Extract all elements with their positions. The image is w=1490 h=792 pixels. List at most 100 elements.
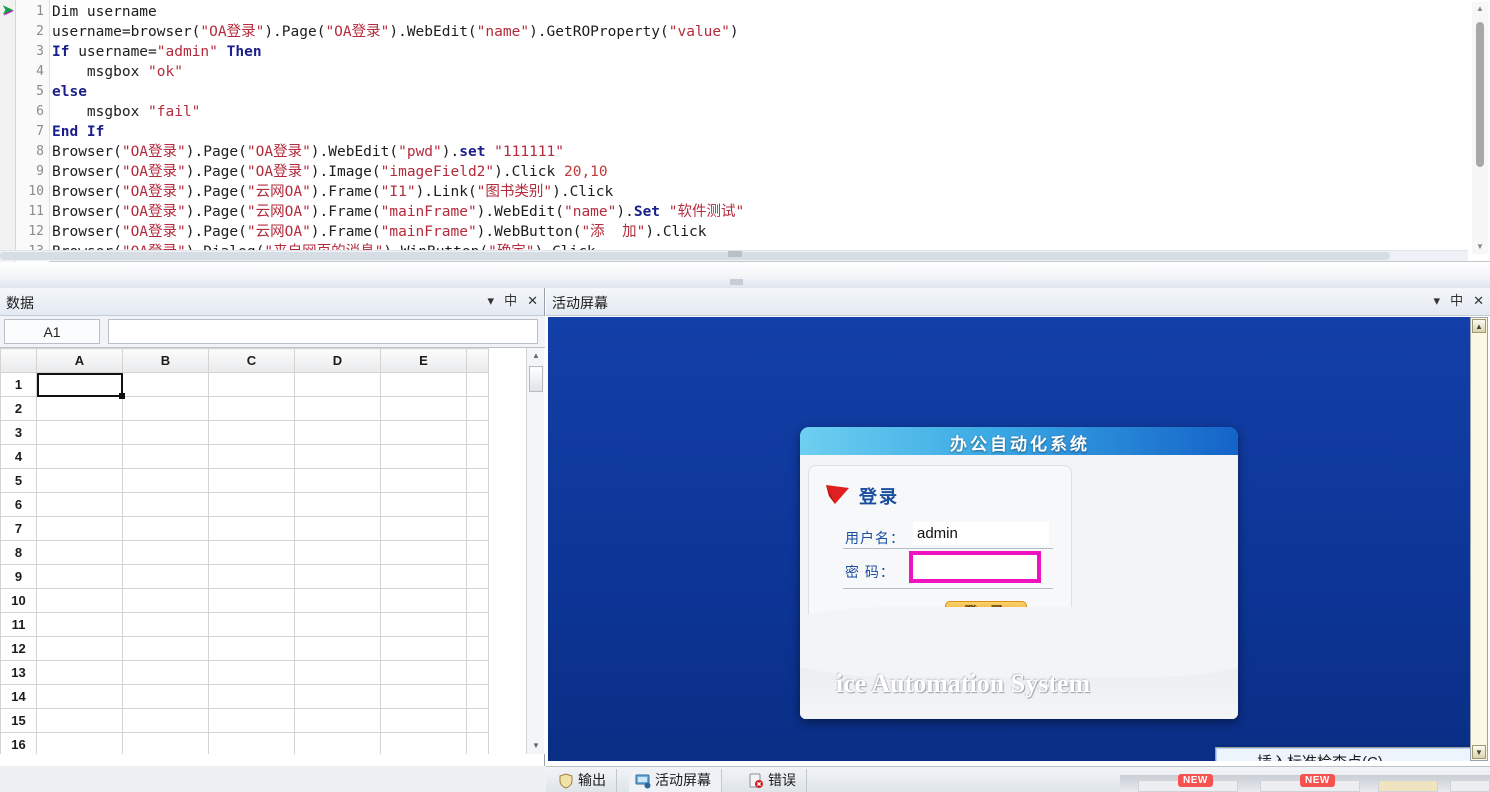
spreadsheet-row-header[interactable]: 14 bbox=[0, 684, 37, 709]
spreadsheet-cell[interactable] bbox=[36, 540, 123, 565]
data-spreadsheet[interactable]: ABCDE1234567891011121314151617 bbox=[0, 348, 545, 754]
editor-hscroll-thumb[interactable] bbox=[0, 252, 1390, 260]
spreadsheet-cell[interactable] bbox=[294, 732, 381, 754]
code-line[interactable]: msgbox "ok" bbox=[52, 62, 1468, 82]
spreadsheet-scroll-up-icon[interactable]: ▲ bbox=[527, 348, 545, 364]
spreadsheet-row-header[interactable]: 12 bbox=[0, 636, 37, 661]
spreadsheet-cell[interactable] bbox=[208, 660, 295, 685]
spreadsheet-cell[interactable] bbox=[122, 372, 209, 397]
code-line[interactable]: else bbox=[52, 82, 1468, 102]
spreadsheet-cell[interactable] bbox=[208, 564, 295, 589]
close-icon[interactable]: ✕ bbox=[1473, 292, 1484, 310]
spreadsheet-cell[interactable] bbox=[294, 612, 381, 637]
active-screen-scroll-up-icon[interactable]: ▲ bbox=[1472, 319, 1486, 333]
spreadsheet-row-header[interactable]: 8 bbox=[0, 540, 37, 565]
splitter-grip[interactable] bbox=[730, 279, 743, 285]
context-menu-item[interactable]: 插入标准检查点(C)... bbox=[1216, 748, 1470, 761]
spreadsheet-cell[interactable] bbox=[36, 444, 123, 469]
spreadsheet-row-header[interactable]: 3 bbox=[0, 420, 37, 445]
spreadsheet-cell[interactable] bbox=[122, 732, 209, 754]
spreadsheet-cell[interactable] bbox=[294, 468, 381, 493]
spreadsheet-cell[interactable] bbox=[466, 516, 489, 541]
spreadsheet-cell[interactable] bbox=[36, 612, 123, 637]
spreadsheet-cell[interactable] bbox=[122, 612, 209, 637]
spreadsheet-cell[interactable] bbox=[294, 444, 381, 469]
bottom-tab-errors[interactable]: 错误 bbox=[742, 769, 807, 792]
spreadsheet-corner-cell[interactable] bbox=[0, 348, 37, 373]
spreadsheet-cell[interactable] bbox=[208, 516, 295, 541]
spreadsheet-cell[interactable] bbox=[380, 396, 467, 421]
spreadsheet-cell[interactable] bbox=[380, 612, 467, 637]
spreadsheet-cell[interactable] bbox=[466, 612, 489, 637]
spreadsheet-cell[interactable] bbox=[122, 516, 209, 541]
spreadsheet-cell[interactable] bbox=[36, 684, 123, 709]
spreadsheet-cell[interactable] bbox=[122, 684, 209, 709]
spreadsheet-cell[interactable] bbox=[122, 660, 209, 685]
spreadsheet-cell[interactable] bbox=[208, 540, 295, 565]
spreadsheet-column-header[interactable]: A bbox=[36, 348, 123, 373]
spreadsheet-cell[interactable] bbox=[380, 588, 467, 613]
spreadsheet-column-header-partial[interactable] bbox=[466, 348, 489, 373]
spreadsheet-cell[interactable] bbox=[122, 708, 209, 733]
spreadsheet-cell[interactable] bbox=[294, 636, 381, 661]
spreadsheet-cell[interactable] bbox=[122, 588, 209, 613]
spreadsheet-cell[interactable] bbox=[466, 396, 489, 421]
spreadsheet-cell[interactable] bbox=[380, 732, 467, 754]
spreadsheet-cell[interactable] bbox=[466, 444, 489, 469]
spreadsheet-cell[interactable] bbox=[36, 708, 123, 733]
spreadsheet-cell[interactable] bbox=[36, 492, 123, 517]
horizontal-splitter[interactable] bbox=[0, 262, 1490, 288]
code-line[interactable]: Browser("OA登录").Page("云网OA").Frame("main… bbox=[52, 222, 1468, 242]
spreadsheet-cell[interactable] bbox=[294, 684, 381, 709]
active-screen-capture[interactable]: 办公自动化系统 登录 用户名： admin 密 码： ice Automatio… bbox=[548, 317, 1470, 761]
spreadsheet-column-header[interactable]: D bbox=[294, 348, 381, 373]
code-line[interactable]: Browser("OA登录").Page("OA登录").WebEdit("pw… bbox=[52, 142, 1468, 162]
spreadsheet-cell[interactable] bbox=[36, 468, 123, 493]
spreadsheet-cell[interactable] bbox=[294, 660, 381, 685]
spreadsheet-cell[interactable] bbox=[208, 372, 295, 397]
spreadsheet-cell[interactable] bbox=[466, 660, 489, 685]
spreadsheet-cell[interactable] bbox=[36, 732, 123, 754]
editor-scroll-up-icon[interactable]: ▲ bbox=[1472, 2, 1488, 16]
spreadsheet-row-header[interactable]: 5 bbox=[0, 468, 37, 493]
spreadsheet-cell[interactable] bbox=[36, 588, 123, 613]
spreadsheet-cell[interactable] bbox=[380, 492, 467, 517]
spreadsheet-column-header[interactable]: B bbox=[122, 348, 209, 373]
spreadsheet-cell[interactable] bbox=[294, 420, 381, 445]
spreadsheet-cell[interactable] bbox=[466, 564, 489, 589]
spreadsheet-column-header[interactable]: E bbox=[380, 348, 467, 373]
spreadsheet-cell[interactable] bbox=[208, 492, 295, 517]
spreadsheet-cell[interactable] bbox=[466, 540, 489, 565]
code-line[interactable]: If username="admin" Then bbox=[52, 42, 1468, 62]
formula-input[interactable] bbox=[108, 319, 538, 344]
spreadsheet-row-header[interactable]: 2 bbox=[0, 396, 37, 421]
editor-code-lines[interactable]: Dim username username=browser("OA登录").Pag… bbox=[52, 2, 1468, 260]
spreadsheet-cell[interactable] bbox=[294, 540, 381, 565]
spreadsheet-cell[interactable] bbox=[294, 588, 381, 613]
editor-scroll-down-icon[interactable]: ▼ bbox=[1472, 240, 1488, 254]
spreadsheet-cell[interactable] bbox=[380, 636, 467, 661]
spreadsheet-cell[interactable] bbox=[208, 420, 295, 445]
spreadsheet-cell[interactable] bbox=[466, 636, 489, 661]
spreadsheet-cell[interactable] bbox=[208, 468, 295, 493]
spreadsheet-cell[interactable] bbox=[36, 516, 123, 541]
spreadsheet-cell[interactable] bbox=[208, 444, 295, 469]
spreadsheet-cell[interactable] bbox=[380, 468, 467, 493]
active-screen-vertical-scrollbar[interactable]: ▲ ▼ bbox=[1470, 317, 1488, 761]
spreadsheet-cell[interactable] bbox=[380, 444, 467, 469]
spreadsheet-cell[interactable] bbox=[122, 444, 209, 469]
spreadsheet-cell[interactable] bbox=[122, 564, 209, 589]
active-screen-context-menu[interactable]: 插入标准检查点(C)...插入输出值(O)...查看/添加对象(A)...步骤生… bbox=[1215, 747, 1470, 761]
spreadsheet-row-header[interactable]: 6 bbox=[0, 492, 37, 517]
spreadsheet-cell[interactable] bbox=[36, 660, 123, 685]
spreadsheet-cell[interactable] bbox=[380, 372, 467, 397]
spreadsheet-cell[interactable] bbox=[36, 564, 123, 589]
spreadsheet-row-header[interactable]: 13 bbox=[0, 660, 37, 685]
spreadsheet-cell[interactable] bbox=[294, 372, 381, 397]
code-line[interactable]: username=browser("OA登录").Page("OA登录").We… bbox=[52, 22, 1468, 42]
spreadsheet-cell[interactable] bbox=[36, 396, 123, 421]
spreadsheet-row-header[interactable]: 10 bbox=[0, 588, 37, 613]
spreadsheet-cell[interactable] bbox=[122, 468, 209, 493]
spreadsheet-cell[interactable] bbox=[208, 684, 295, 709]
spreadsheet-cell[interactable] bbox=[208, 612, 295, 637]
